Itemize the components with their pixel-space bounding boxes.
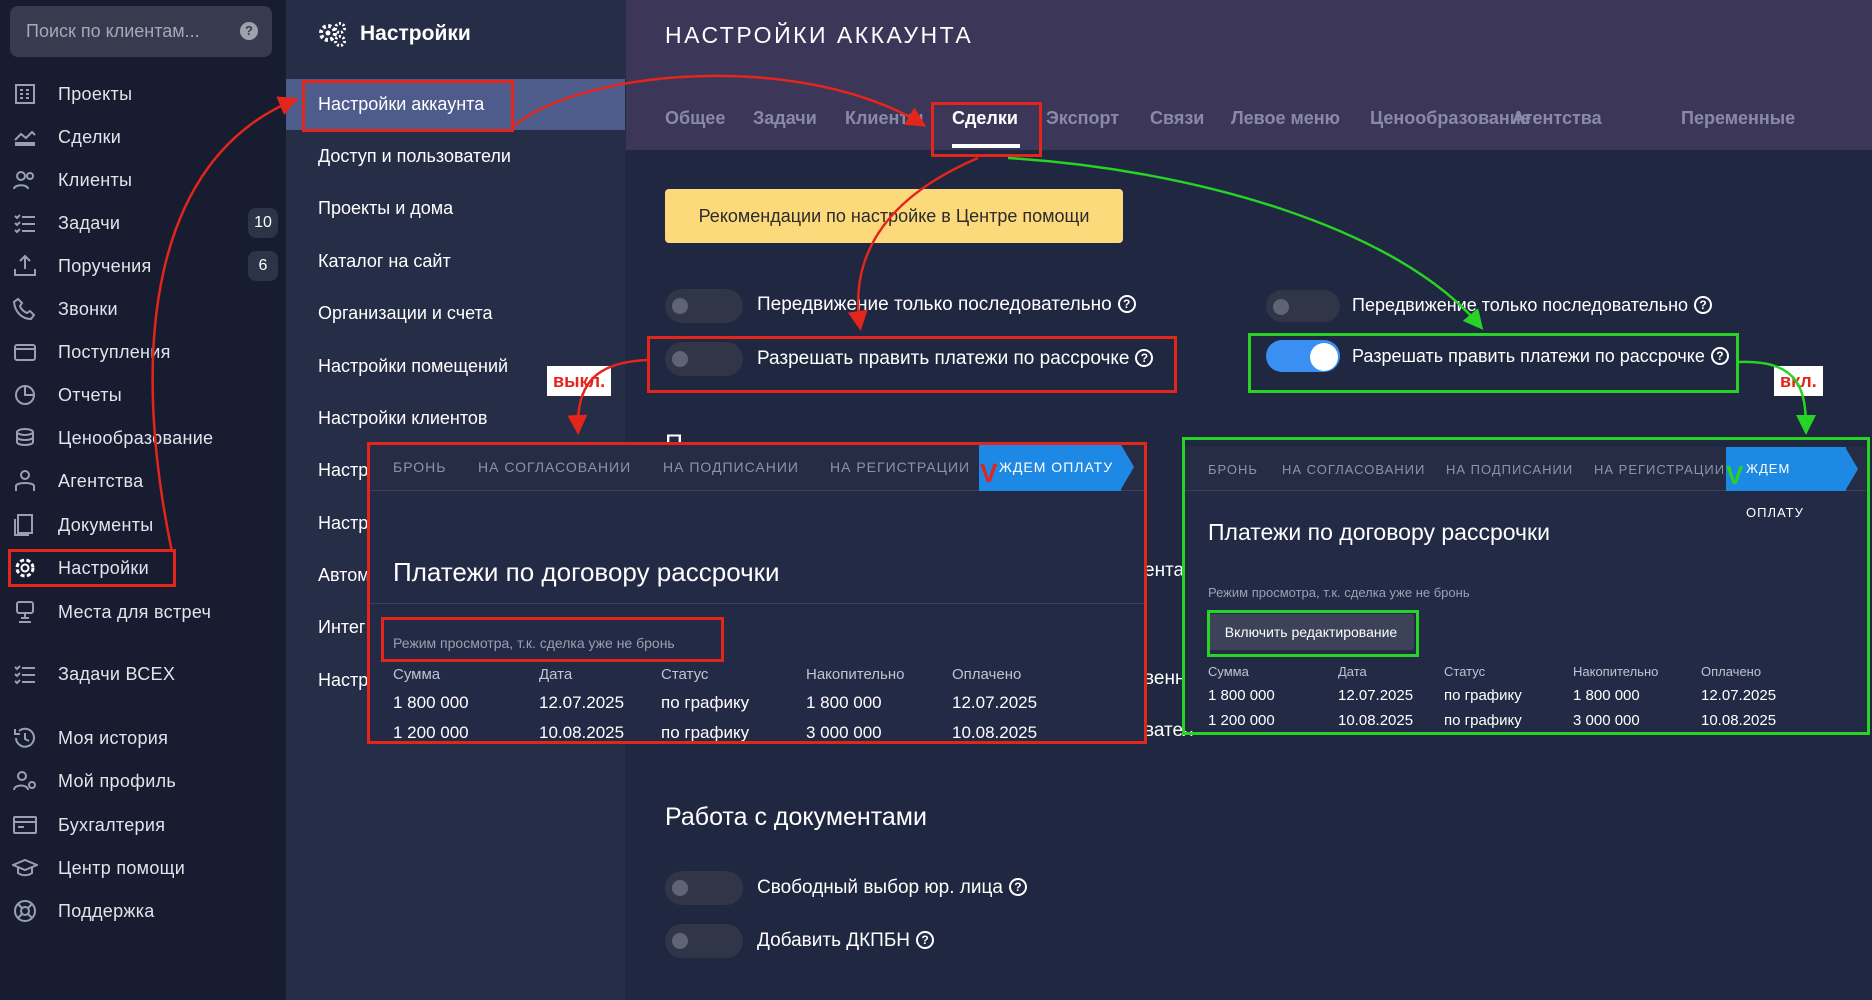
arrow-deals-to-toggle-off xyxy=(847,156,979,331)
arrow-deals-to-toggle-on xyxy=(1007,156,1484,330)
arrow-settings-to-account xyxy=(151,96,299,553)
arrow-account-to-deals xyxy=(513,74,927,127)
arrow-on-to-panel xyxy=(1738,360,1816,435)
arrow-off-to-panel xyxy=(567,358,648,435)
annotation-arrows xyxy=(151,74,1816,553)
